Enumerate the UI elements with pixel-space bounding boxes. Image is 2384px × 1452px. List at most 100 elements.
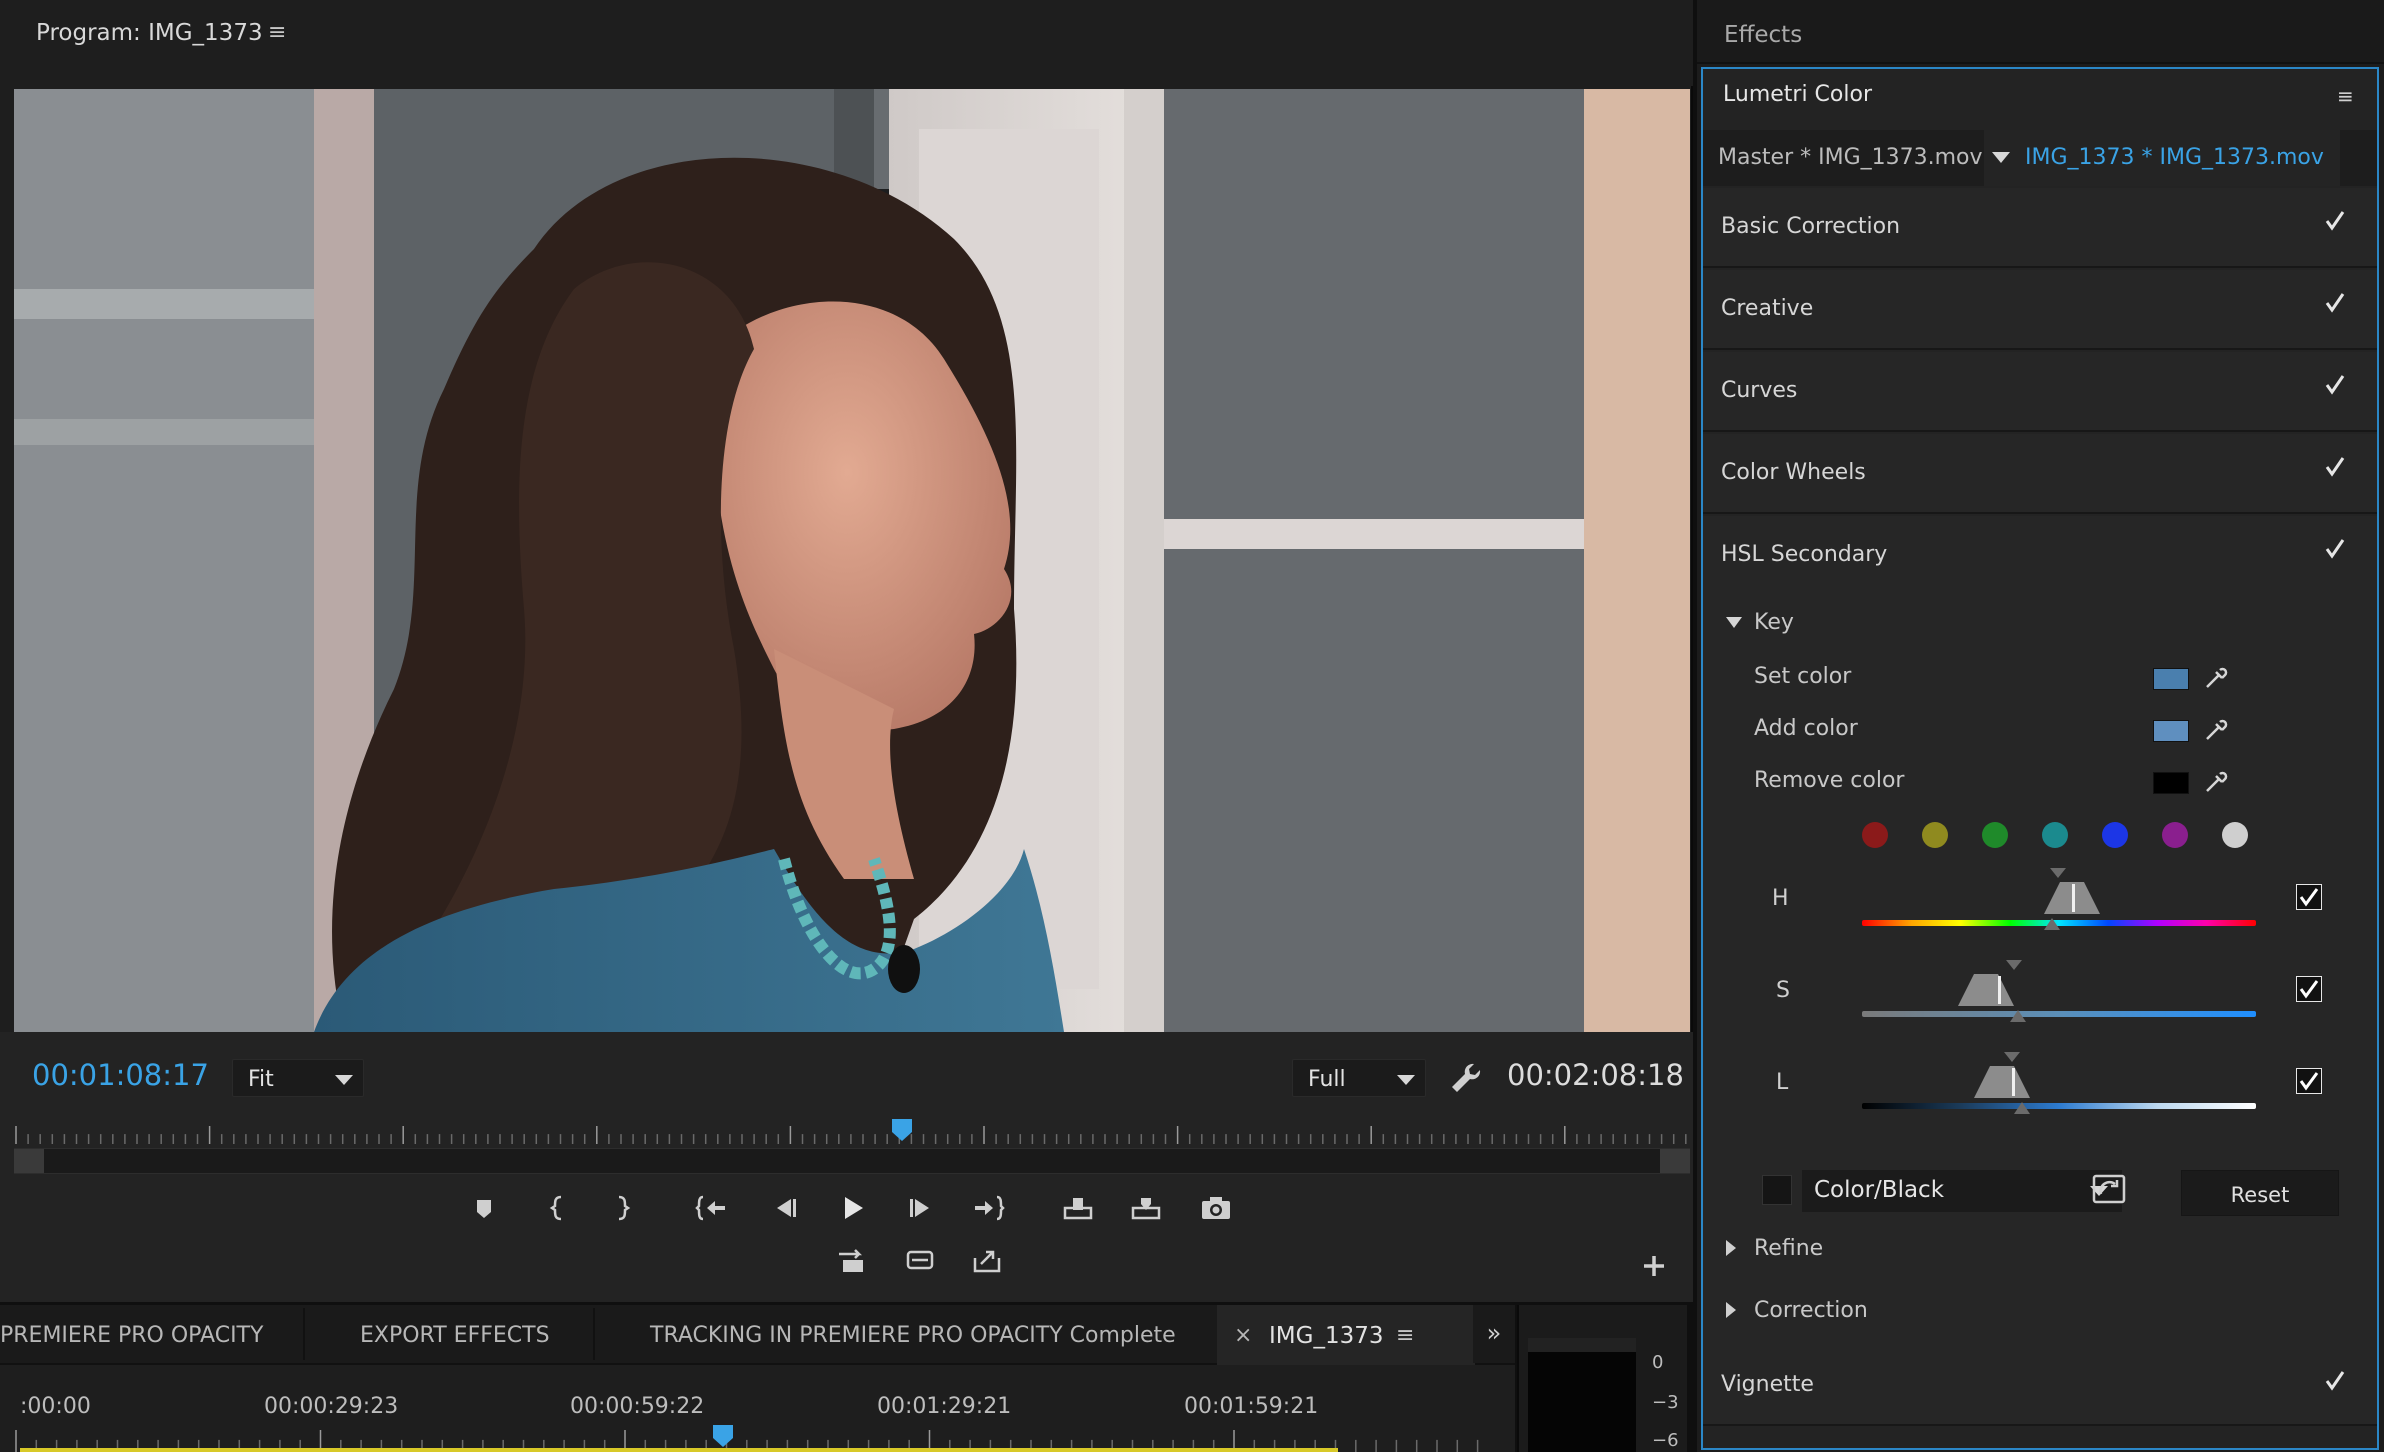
- check-icon[interactable]: [2322, 1368, 2348, 1394]
- eyedropper-minus-icon[interactable]: [2202, 768, 2230, 796]
- saturation-range-slider[interactable]: [1952, 958, 2044, 1024]
- add-color-label: Add color: [1754, 716, 1858, 741]
- chevron-down-icon: [1397, 1075, 1415, 1085]
- preset-blue[interactable]: [2102, 822, 2128, 848]
- button-editor-icon[interactable]: [830, 1240, 874, 1280]
- add-marker-button[interactable]: [462, 1188, 506, 1228]
- reset-button[interactable]: Reset: [2181, 1170, 2339, 1216]
- preset-red[interactable]: [1862, 822, 1888, 848]
- check-icon[interactable]: [2322, 454, 2348, 480]
- preset-yellow[interactable]: [1922, 822, 1948, 848]
- master-clip-tab[interactable]: Master * IMG_1373.mov: [1718, 145, 1983, 170]
- lift-button[interactable]: [1056, 1188, 1100, 1228]
- section-creative[interactable]: Creative: [1703, 270, 2377, 350]
- monitor-menu-icon[interactable]: ≡: [268, 20, 286, 45]
- zoom-fit-dropdown[interactable]: Fit: [232, 1059, 364, 1097]
- lumetri-menu-icon[interactable]: ≡: [2337, 84, 2354, 108]
- remove-color-swatch[interactable]: [2153, 772, 2189, 794]
- resolution-dropdown[interactable]: Full: [1292, 1059, 1426, 1097]
- work-area-bar[interactable]: [20, 1448, 1338, 1452]
- set-color-swatch[interactable]: [2153, 668, 2189, 690]
- zoom-fit-label: Fit: [248, 1067, 274, 1092]
- luminance-enable-checkbox[interactable]: [2296, 1068, 2322, 1094]
- preset-green[interactable]: [1982, 822, 2008, 848]
- extract-button[interactable]: [1124, 1188, 1168, 1228]
- saturation-range-bar[interactable]: [1862, 1011, 2256, 1017]
- scrollbar-right-handle[interactable]: [1660, 1149, 1690, 1173]
- sequence-clip-label: IMG_1373 * IMG_1373.mov: [2025, 145, 2324, 170]
- triangle-right-icon[interactable]: [1724, 1300, 1738, 1320]
- timeline-playhead[interactable]: [712, 1424, 734, 1448]
- check-icon[interactable]: [2322, 372, 2348, 398]
- plus-icon[interactable]: [1632, 1246, 1676, 1286]
- tab-divider: [303, 1308, 305, 1360]
- check-icon[interactable]: [2322, 536, 2348, 562]
- monitor-title[interactable]: Program: IMG_1373: [36, 20, 263, 46]
- saturation-label: S: [1776, 978, 1790, 1003]
- camera-icon[interactable]: [1194, 1188, 1238, 1228]
- video-frame-image: [14, 89, 1690, 1032]
- tab-tracking-opacity-complete[interactable]: TRACKING IN PREMIERE PRO OPACITY Complet…: [650, 1305, 1176, 1363]
- preset-cyan[interactable]: [2042, 822, 2068, 848]
- luminance-range-slider[interactable]: [1968, 1050, 2060, 1116]
- go-to-out-button[interactable]: [966, 1188, 1010, 1228]
- mask-display-dropdown[interactable]: Color/Black: [1802, 1170, 2122, 1212]
- check-icon[interactable]: [2322, 290, 2348, 316]
- section-label: Basic Correction: [1721, 214, 1901, 239]
- monitor-time-ruler[interactable]: [14, 1126, 1690, 1144]
- section-curves[interactable]: Curves: [1703, 352, 2377, 432]
- timeline-time-label: 00:00:59:22: [570, 1394, 705, 1419]
- invert-mask-icon[interactable]: [2092, 1174, 2126, 1204]
- effects-title[interactable]: Effects: [1724, 22, 1802, 48]
- eyedropper-icon[interactable]: [2202, 664, 2230, 692]
- timeline-time-label: 00:00:29:23: [264, 1394, 399, 1419]
- show-mask-checkbox[interactable]: [1762, 1175, 1792, 1205]
- section-basic-correction[interactable]: Basic Correction: [1703, 188, 2377, 268]
- luminance-label: L: [1776, 1070, 1789, 1095]
- section-hsl-secondary[interactable]: HSL Secondary: [1703, 516, 2377, 1356]
- preset-magenta[interactable]: [2162, 822, 2188, 848]
- current-timecode[interactable]: 00:01:08:17: [32, 1058, 209, 1092]
- section-label: Color Wheels: [1721, 460, 1866, 485]
- tab-premiere-pro-opacity[interactable]: PREMIERE PRO OPACITY: [0, 1305, 263, 1363]
- export-frame-icon[interactable]: [966, 1240, 1010, 1280]
- preset-white[interactable]: [2222, 822, 2248, 848]
- refine-label[interactable]: Refine: [1754, 1236, 1823, 1261]
- mask-display-label: Color/Black: [1814, 1177, 1945, 1203]
- wrench-icon[interactable]: [1446, 1058, 1486, 1098]
- add-color-swatch[interactable]: [2153, 720, 2189, 742]
- tab-export-effects[interactable]: EXPORT EFFECTS: [360, 1305, 550, 1363]
- close-icon[interactable]: ×: [1234, 1323, 1252, 1348]
- hue-range-slider[interactable]: [2022, 866, 2114, 932]
- section-label: Creative: [1721, 296, 1814, 321]
- mark-in-button[interactable]: [536, 1188, 580, 1228]
- correction-label[interactable]: Correction: [1754, 1298, 1868, 1323]
- saturation-enable-checkbox[interactable]: [2296, 976, 2322, 1002]
- section-color-wheels[interactable]: Color Wheels: [1703, 434, 2377, 514]
- chevron-down-icon[interactable]: [1992, 152, 2010, 163]
- triangle-right-icon[interactable]: [1724, 1238, 1738, 1258]
- chevron-down-icon: [335, 1075, 353, 1085]
- eyedropper-plus-icon[interactable]: [2202, 716, 2230, 744]
- triangle-down-icon[interactable]: [1724, 614, 1744, 630]
- mark-out-button[interactable]: [600, 1188, 644, 1228]
- check-icon[interactable]: [2322, 208, 2348, 234]
- meter-label: −3: [1652, 1392, 1679, 1413]
- timeline-time-label: 00:01:29:21: [877, 1394, 1012, 1419]
- loop-icon[interactable]: [898, 1240, 942, 1280]
- scrollbar-left-handle[interactable]: [14, 1149, 44, 1173]
- meter-label: −6: [1652, 1430, 1679, 1451]
- section-vignette[interactable]: Vignette: [1703, 1346, 2377, 1426]
- monitor-playhead[interactable]: [891, 1118, 913, 1142]
- more-tabs-icon[interactable]: »: [1473, 1305, 1515, 1363]
- go-to-in-button[interactable]: [690, 1188, 734, 1228]
- play-button[interactable]: [830, 1188, 874, 1228]
- monitor-zoom-scrollbar[interactable]: [14, 1148, 1690, 1174]
- step-back-button[interactable]: [762, 1188, 806, 1228]
- step-forward-button[interactable]: [900, 1188, 944, 1228]
- tab-menu-icon[interactable]: ≡: [1396, 1323, 1414, 1348]
- hue-enable-checkbox[interactable]: [2296, 884, 2322, 910]
- key-label[interactable]: Key: [1754, 610, 1794, 635]
- timeline-time-label: :00:00: [20, 1394, 91, 1419]
- section-label: Vignette: [1721, 1372, 1814, 1397]
